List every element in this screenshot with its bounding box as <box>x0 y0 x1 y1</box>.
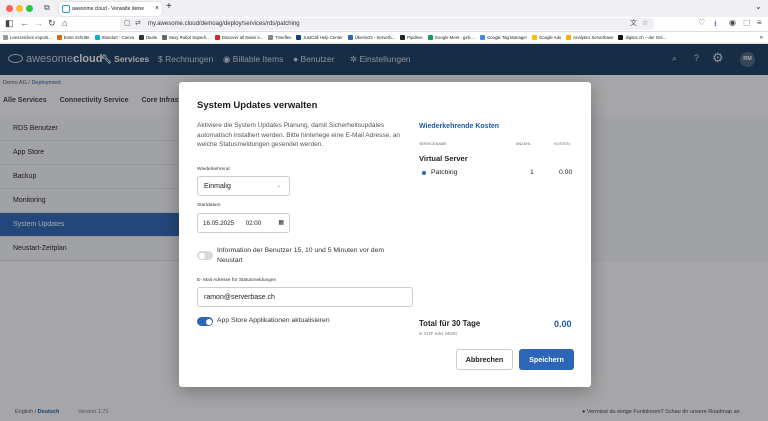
bullet-icon <box>422 171 426 175</box>
total-label: Total für 30 Tage <box>419 319 481 328</box>
appstore-toggle[interactable] <box>197 317 213 326</box>
chevron-down-icon: ⌄ <box>276 183 281 189</box>
col-servicename: SERVICENAME <box>419 142 447 146</box>
cost-row-name: Patching <box>431 169 458 176</box>
system-updates-dialog: System Updates verwalten Aktiviere die S… <box>179 82 591 387</box>
col-kosten: KOSTEN <box>554 142 570 146</box>
bookmarks-more-icon[interactable]: » <box>760 32 763 43</box>
notify-toggle[interactable] <box>197 251 213 260</box>
dialog-description: Aktiviere die System Updates Planung, da… <box>197 122 401 148</box>
bookmark-item[interactable]: Discover all Swiss s... <box>214 32 263 43</box>
bookmark-item[interactable]: Google Ads <box>531 32 561 43</box>
download-icon[interactable]: ⭳ <box>714 18 717 32</box>
favicon-icon <box>62 5 70 13</box>
minimize-window-icon[interactable] <box>16 5 23 12</box>
back-icon[interactable]: ← <box>20 18 29 28</box>
bookmark-item[interactable]: Sexy Robot Superh... <box>161 32 210 43</box>
dialog-title: System Updates verwalten <box>197 100 318 111</box>
maximize-window-icon[interactable] <box>26 5 33 12</box>
bookmark-item[interactable]: Google Tag Manager <box>479 32 527 43</box>
bookmark-item[interactable]: Timeflex <box>268 32 291 43</box>
home-icon[interactable]: ⌂ <box>62 18 67 28</box>
close-window-icon[interactable] <box>6 5 13 12</box>
account-icon[interactable]: ◉ <box>729 18 736 27</box>
bookmark-star-icon[interactable]: ☆ <box>642 18 648 30</box>
tab-list-icon[interactable]: ⌄ <box>755 2 762 11</box>
tab-overview-icon[interactable]: ⧉ <box>44 3 50 13</box>
total-subtext: in CHF exkl. MwSt <box>419 331 457 336</box>
close-tab-icon[interactable]: × <box>155 2 159 16</box>
forward-icon[interactable]: → <box>34 18 43 28</box>
bookmark-item[interactable]: Deals <box>138 32 157 43</box>
sidebar-icon[interactable]: ◧ <box>5 18 14 29</box>
bookmark-item[interactable]: JustCall Help Center <box>296 32 343 43</box>
url-bar[interactable]: ▢ ⇄ my.awesome.cloud/demoag/deploy/servi… <box>120 18 654 30</box>
toggle-knob <box>198 252 205 259</box>
col-anzahl: ANZAHL <box>516 142 531 146</box>
bookmark-item[interactable]: Google Meet - gxb-... <box>427 32 475 43</box>
recurring-costs-title: Wiederkehrende Kosten <box>419 123 500 130</box>
cost-group-title: Virtual Server <box>419 154 468 163</box>
notify-label: Information der Benutzer 15, 10 und 5 Mi… <box>217 247 384 264</box>
pocket-icon[interactable]: ♡ <box>698 18 705 27</box>
calendar-icon[interactable]: ▦ <box>278 214 284 233</box>
cost-row-qty: 1 <box>530 169 534 176</box>
start-date-label: Startdatum <box>197 203 221 208</box>
total-amount: 0.00 <box>554 319 572 329</box>
reload-icon[interactable]: ↻ <box>48 18 56 29</box>
translate-icon[interactable]: 文 <box>630 18 637 30</box>
toggle-knob <box>205 318 212 325</box>
appstore-label: App Store Applikationen aktualisieren <box>217 317 330 324</box>
bookmark-item[interactable]: Pipdrive <box>400 32 423 43</box>
email-label: E- Mail Adresse für Statusmeldungen <box>197 278 277 283</box>
email-field[interactable]: ramon@serverbase.ch <box>197 287 413 307</box>
bookmark-item[interactable]: Übersicht - Serverb... <box>347 32 395 43</box>
browser-tab[interactable]: awesome.cloud - Verwalte deine × <box>59 2 162 16</box>
bookmark-item[interactable]: Standort - Canva <box>94 32 134 43</box>
lock-icon: ⇄ <box>135 20 141 27</box>
bookmark-item[interactable]: digitec.ch – der Onl... <box>618 32 666 43</box>
browser-tabbar: ⧉ awesome.cloud - Verwalte deine × + ⌄ <box>0 0 768 17</box>
shield-icon: ▢ <box>124 20 131 27</box>
recurring-label: Wiederkehrend <box>197 167 230 172</box>
recurring-select[interactable]: Einmalig ⌄ <box>197 176 290 196</box>
browser-tab-title: awesome.cloud - Verwalte deine <box>72 6 144 12</box>
bookmarks-bar: Leeszeichen importi... Erste Schritte St… <box>0 32 768 44</box>
browser-navbar: ◧ ← → ↻ ⌂ ▢ ⇄ my.awesome.cloud/demoag/de… <box>0 17 768 32</box>
new-tab-icon[interactable]: + <box>166 1 172 12</box>
cancel-button[interactable]: Abbrechen <box>456 349 513 370</box>
bookmark-item[interactable]: Analytics Serverbase <box>566 32 614 43</box>
url-text: my.awesome.cloud/demoag/deploy/services/… <box>148 21 300 27</box>
save-button[interactable]: Speichern <box>519 349 574 370</box>
bookmark-item[interactable]: Erste Schritte <box>56 32 90 43</box>
bookmark-item[interactable]: Leeszeichen importi... <box>3 32 52 43</box>
cost-row-cost: 0.00 <box>559 169 573 176</box>
extensions-icon[interactable]: ⬚ <box>743 18 751 27</box>
start-datetime-input[interactable]: 16.05.2025 02:00 ▦ <box>197 213 290 233</box>
menu-icon[interactable]: ≡ <box>757 18 762 27</box>
